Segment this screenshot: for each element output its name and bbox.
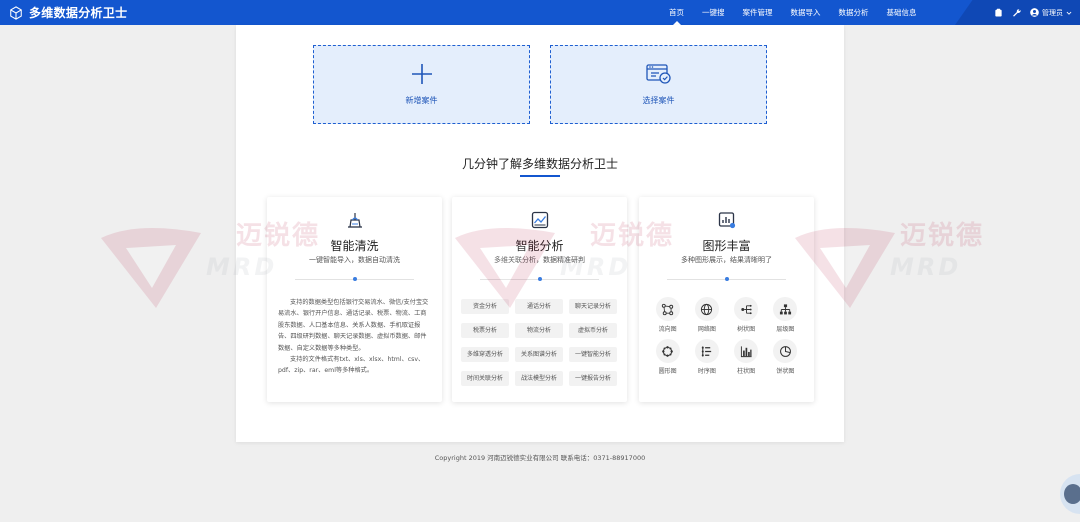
pie-chart-icon — [779, 345, 791, 357]
top-navbar: 多维数据分析卫士 首页 一键搜 案件管理 数据导入 数据分析 基础信息 管理员 — [0, 0, 1080, 25]
tag-tactic-model-analysis[interactable]: 战法模型分析 — [515, 371, 563, 386]
card-title: 图形丰富 — [702, 239, 751, 253]
feature-card-analysis: 智能分析 多维关联分析，数据精准研判 资金分析 通话分析 聊天记录分析 税票分析… — [452, 197, 627, 402]
chart-item-hierarchy[interactable]: 层级图 — [766, 297, 805, 333]
card-subtitle: 多种图形展示，结果清晰明了 — [681, 256, 772, 264]
watermark-logo-icon — [101, 228, 201, 308]
chart-label: 网络图 — [697, 326, 716, 333]
floating-assistant-button[interactable] — [1060, 474, 1080, 514]
user-avatar-icon — [1030, 8, 1039, 17]
card-divider-dot — [724, 277, 729, 281]
feature-card-graphics: 图形丰富 多种图形展示，结果清晰明了 流向图 网络图 树状图 层级图 圆形图 时… — [639, 197, 814, 402]
nav-home[interactable]: 首页 — [660, 0, 693, 25]
chart-types-grid: 流向图 网络图 树状图 层级图 圆形图 时序图 柱状图 饼状图 — [648, 297, 805, 375]
card-subtitle: 多维关联分析，数据精准研判 — [494, 256, 585, 264]
chart-label: 时序图 — [697, 368, 716, 375]
nav-one-click-search[interactable]: 一键搜 — [693, 0, 734, 25]
new-case-button[interactable]: 新增案件 — [313, 45, 530, 124]
select-window-icon — [645, 64, 671, 84]
card-title: 智能分析 — [515, 239, 564, 253]
cleaning-description: 支持的数据类型包括银行交易流水、微信/支付宝交易流水、银行开户信息、通话记录、税… — [278, 297, 431, 377]
user-menu[interactable]: 管理员 — [1030, 8, 1072, 18]
analysis-icon — [531, 211, 548, 229]
tag-relation-graph-analysis[interactable]: 关系图谱分析 — [515, 347, 563, 362]
title-underline — [520, 175, 560, 177]
tag-invoice-analysis[interactable]: 税票分析 — [461, 323, 509, 338]
card-title: 智能清洗 — [330, 239, 379, 253]
tag-smart-analysis[interactable]: 一键智能分析 — [569, 347, 617, 362]
graphics-icon — [718, 212, 735, 229]
chart-label: 层级图 — [776, 326, 795, 333]
chart-label: 饼状图 — [776, 368, 795, 375]
tag-report-analysis[interactable]: 一键报告分析 — [569, 371, 617, 386]
globe-icon — [701, 303, 713, 315]
chart-item-timeline[interactable]: 时序图 — [687, 339, 726, 375]
tag-call-analysis[interactable]: 通话分析 — [515, 299, 563, 314]
copyright-footer: Copyright 2019 河南迈锐德实业有限公司 联系电话：0371-889… — [434, 454, 646, 462]
tag-penetration-analysis[interactable]: 多维穿透分析 — [461, 347, 509, 362]
chart-label: 树状图 — [737, 326, 756, 333]
tag-logistics-analysis[interactable]: 物流分析 — [515, 323, 563, 338]
hierarchy-icon — [779, 303, 791, 314]
plus-icon — [411, 64, 432, 84]
cleaning-icon — [347, 213, 362, 228]
card-divider-dot — [537, 277, 542, 281]
chart-label: 柱状图 — [737, 368, 756, 375]
supported-types-text: 支持的数据类型包括银行交易流水、微信/支付宝交易流水、银行开户信息、通话记录、税… — [278, 299, 429, 352]
clipboard-icon[interactable] — [994, 8, 1003, 17]
chart-item-network[interactable]: 网络图 — [687, 297, 726, 333]
timeline-icon — [702, 345, 712, 357]
section-title: 几分钟了解多维数据分析卫士 — [461, 157, 618, 171]
nav-data-analysis[interactable]: 数据分析 — [830, 0, 878, 25]
chart-item-flow[interactable]: 流向图 — [648, 297, 687, 333]
card-divider-dot — [352, 277, 357, 281]
select-case-label: 选择案件 — [642, 96, 675, 105]
nav-case-management[interactable]: 案件管理 — [734, 0, 782, 25]
tag-time-analysis[interactable]: 时间关联分析 — [461, 371, 509, 386]
chart-item-bar[interactable]: 柱状图 — [727, 339, 766, 375]
watermark-text-cn: 迈锐德 — [900, 221, 985, 251]
brand[interactable]: 多维数据分析卫士 — [9, 0, 127, 25]
analysis-tag-grid: 资金分析 通话分析 聊天记录分析 税票分析 物流分析 虚拟币分析 多维穿透分析 … — [461, 299, 618, 386]
chevron-down-icon — [1066, 11, 1072, 15]
tag-fund-analysis[interactable]: 资金分析 — [461, 299, 509, 314]
home-panel: 新增案件 选择案件 几分钟了解多维数据分析卫士 智能清洗 一键智能导入，数据自动… — [236, 25, 844, 442]
chart-label: 流向图 — [658, 326, 677, 333]
cube-logo-icon — [10, 5, 22, 20]
chart-label: 圆形图 — [658, 368, 677, 375]
chart-item-circle[interactable]: 圆形图 — [648, 339, 687, 375]
wrench-icon[interactable] — [1012, 8, 1021, 17]
top-right-toolbar: 管理员 — [955, 0, 1080, 25]
watermark-text-en: MRD — [890, 253, 962, 281]
main-nav: 首页 一键搜 案件管理 数据导入 数据分析 基础信息 — [660, 0, 926, 25]
circle-nodes-icon — [662, 345, 674, 357]
bar-chart-icon — [740, 345, 752, 357]
tag-chat-analysis[interactable]: 聊天记录分析 — [569, 299, 617, 314]
feature-card-cleaning: 智能清洗 一键智能导入，数据自动清洗 支持的数据类型包括银行交易流水、微信/支付… — [267, 197, 442, 402]
new-case-label: 新增案件 — [405, 96, 438, 105]
app-title: 多维数据分析卫士 — [29, 6, 128, 20]
tag-crypto-analysis[interactable]: 虚拟币分析 — [569, 323, 617, 338]
nav-data-import[interactable]: 数据导入 — [782, 0, 830, 25]
card-subtitle: 一键智能导入，数据自动清洗 — [309, 256, 400, 264]
flow-chart-icon — [661, 303, 674, 315]
user-name: 管理员 — [1042, 8, 1063, 17]
nav-basic-info[interactable]: 基础信息 — [878, 0, 926, 25]
tree-icon — [740, 304, 752, 314]
chart-item-pie[interactable]: 饼状图 — [766, 339, 805, 375]
select-case-button[interactable]: 选择案件 — [550, 45, 767, 124]
chart-item-tree[interactable]: 树状图 — [727, 297, 766, 333]
supported-formats-text: 支持的文件格式有txt、xls、xlsx、html、csv、pdf、zip、ra… — [278, 356, 425, 375]
